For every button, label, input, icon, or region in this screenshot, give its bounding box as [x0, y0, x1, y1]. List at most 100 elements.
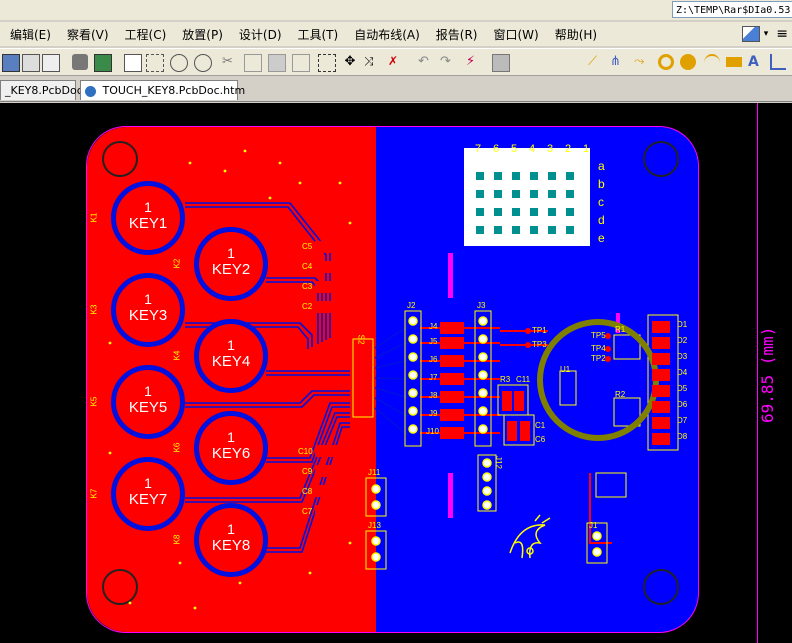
- arc-icon[interactable]: [704, 54, 720, 72]
- place-text-icon[interactable]: A: [748, 54, 764, 70]
- paste-icon[interactable]: [268, 54, 286, 72]
- part-designator: R3: [500, 375, 511, 384]
- menu-help[interactable]: 帮助(H): [555, 26, 597, 43]
- cross-probe-icon[interactable]: ⚡: [466, 54, 482, 70]
- menu-place[interactable]: 放置(P): [182, 26, 223, 43]
- zoom-selected-icon[interactable]: [170, 54, 188, 72]
- matrix-row-label: e: [598, 231, 605, 245]
- menu-project[interactable]: 工程(C): [125, 26, 167, 43]
- key-designator: K6: [172, 442, 182, 453]
- matrix-col-label: 7: [475, 143, 482, 155]
- cut-icon[interactable]: ✂: [222, 54, 238, 70]
- dropdown-arrow-icon[interactable]: ▾: [764, 29, 769, 39]
- toolbar: ✂ ✥ ⤨ ✗ ↶ ↷ ⚡ ⟋ ⋔ ⤳ A: [0, 48, 792, 76]
- matrix-row-label: b: [598, 177, 605, 191]
- deselect-icon[interactable]: ⤨: [364, 54, 380, 70]
- place-via-dot-icon[interactable]: [680, 54, 696, 70]
- zoom-filter-icon[interactable]: [194, 54, 212, 72]
- testpoint-label: TP2: [591, 354, 606, 363]
- connector-designator: J12: [493, 456, 503, 469]
- menu-view[interactable]: 察看(V): [67, 26, 109, 43]
- jumper-designator: J8: [429, 391, 438, 400]
- component-library-icon[interactable]: [492, 54, 510, 72]
- menu-edit[interactable]: 编辑(E): [10, 26, 51, 43]
- matrix-row-label: d: [598, 213, 605, 227]
- led-designator: D1: [677, 320, 688, 329]
- connector-designator: J3: [477, 301, 486, 310]
- print-icon[interactable]: [22, 54, 40, 72]
- tab-key8-pcbdoc[interactable]: _KEY8.PcbDoc: [0, 80, 83, 100]
- rubber-stamp-icon[interactable]: [292, 54, 310, 72]
- tab-touch-key8-htm[interactable]: TOUCH_KEY8.PcbDoc.htm: [80, 80, 245, 100]
- cap-designator: C9: [302, 467, 313, 476]
- interactive-route-icon[interactable]: ⟋: [588, 54, 604, 70]
- cap-designator: C2: [302, 302, 313, 311]
- place-pad-icon[interactable]: [658, 54, 674, 70]
- key-designator: K8: [172, 534, 182, 545]
- menu-reports[interactable]: 报告(R): [436, 26, 478, 43]
- menu-design[interactable]: 设计(D): [239, 26, 282, 43]
- key-designator: K7: [89, 488, 99, 499]
- jumper-designator: J5: [429, 337, 438, 346]
- path-field[interactable]: Z:\TEMP\Rar$DIa0.53: [672, 1, 792, 18]
- diff-pair-route-icon[interactable]: ⋔: [610, 54, 626, 70]
- board-3d-icon[interactable]: [94, 54, 112, 72]
- led-designator: D5: [677, 384, 688, 393]
- zoom-area-icon[interactable]: [146, 54, 164, 72]
- key-designator: K2: [172, 258, 182, 269]
- led-designator: D6: [677, 400, 688, 409]
- matrix-row-label: c: [598, 195, 604, 209]
- web-document-icon: [85, 85, 96, 97]
- cap-designator: C4: [302, 262, 313, 271]
- move-icon[interactable]: ✥: [342, 54, 358, 70]
- cap-designator: C10: [298, 447, 313, 456]
- jumper-designator: J9: [429, 409, 438, 418]
- document-tabs: _KEY8.PcbDoc TOUCH_KEY8.PcbDoc.htm: [0, 78, 792, 102]
- touch-key-5: 1 KEY5: [111, 365, 185, 439]
- print-preview-icon[interactable]: [42, 54, 60, 72]
- led-matrix-footprint: [464, 148, 590, 246]
- led-designator: D8: [677, 432, 688, 441]
- testpoint-label: TP5: [591, 331, 606, 340]
- menu-window[interactable]: 窗口(W): [493, 26, 538, 43]
- led-designator: D2: [677, 336, 688, 345]
- menu-tools[interactable]: 工具(T): [298, 26, 339, 43]
- touch-key-3: 1 KEY3: [111, 273, 185, 347]
- jumper-designator: J4: [429, 322, 438, 331]
- part-designator: C1: [535, 421, 546, 430]
- key-designator: K4: [172, 350, 182, 361]
- part-designator: U1: [560, 365, 571, 374]
- led-designator: D3: [677, 352, 688, 361]
- touch-key-8: 1 KEY8: [194, 503, 268, 577]
- led-designator: D4: [677, 368, 688, 377]
- tab-label: TOUCH_KEY8.PcbDoc.htm: [102, 84, 246, 97]
- place-via-icon[interactable]: ⤳: [634, 54, 650, 70]
- touch-key-6: 1 KEY6: [194, 411, 268, 485]
- fill-icon[interactable]: [726, 57, 742, 67]
- cap-designator: C7: [302, 507, 313, 516]
- clear-filter-icon[interactable]: ✗: [388, 54, 404, 70]
- tab-label: _KEY8.PcbDoc: [5, 84, 83, 97]
- zoom-fit-icon[interactable]: [124, 54, 142, 72]
- part-designator: C11: [516, 375, 531, 384]
- jumper-designator: J6: [429, 355, 438, 364]
- copy-icon[interactable]: [244, 54, 262, 72]
- connector-designator: J11: [368, 468, 381, 477]
- menu-autoroute[interactable]: 自动布线(A): [354, 26, 420, 43]
- layer-stack-icon[interactable]: [72, 54, 88, 70]
- undo-icon[interactable]: ↶: [418, 54, 434, 70]
- select-area-icon[interactable]: [318, 54, 336, 72]
- save-icon[interactable]: [2, 54, 20, 72]
- pcb-canvas[interactable]: 1 KEY1 1 KEY2 1 KEY3 1 KEY4 1 KEY5 1 KEY6 1 KEY…: [0, 103, 792, 643]
- key-designator: K5: [89, 396, 99, 407]
- led-designator: D7: [677, 416, 688, 425]
- chart-tool-icon[interactable]: [741, 26, 760, 42]
- cap-designator: C3: [302, 282, 313, 291]
- connector-designator: J2: [407, 301, 416, 310]
- redo-icon[interactable]: ↷: [440, 54, 456, 70]
- matrix-col-label: 4: [529, 143, 536, 155]
- part-designator: C6: [535, 435, 546, 444]
- coordinate-icon[interactable]: [770, 54, 786, 70]
- hamburger-menu-icon[interactable]: ≡: [776, 26, 788, 42]
- key-designator: K3: [89, 304, 99, 315]
